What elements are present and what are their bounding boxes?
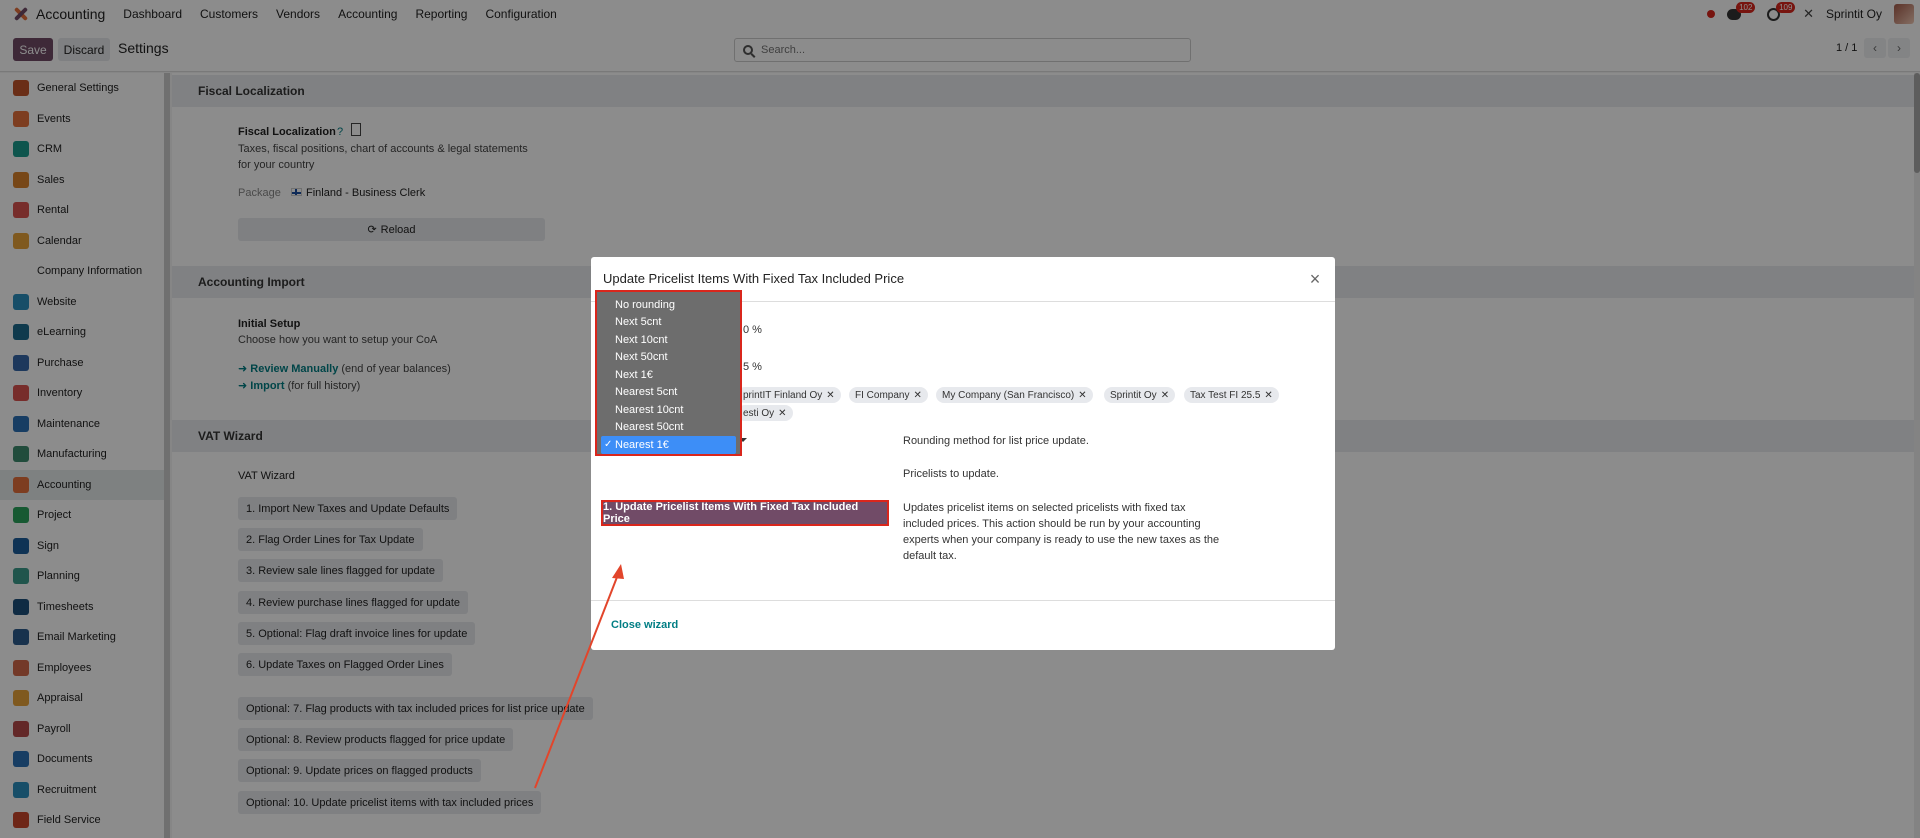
tag-label: FI Company [855,389,910,401]
pricelists-help-text: Pricelists to update. [903,468,999,480]
close-icon[interactable]: × [1305,269,1325,289]
dropdown-option[interactable]: Next 10cnt [597,331,740,349]
tag-label: Tax Test FI 25.5 [1190,389,1261,401]
tag-label: printIT Finland Oy [743,389,823,401]
dropdown-option[interactable]: Nearest 50cnt [597,419,740,437]
action-help-text: Updates pricelist items on selected pric… [903,502,1220,562]
remove-tag-icon[interactable]: ✕ [1264,390,1272,401]
company-tag: My Company (San Francisco) ✕ [936,387,1093,403]
company-tag: Tax Test FI 25.5 ✕ [1184,387,1279,403]
update-pricelist-items-button[interactable]: 1. Update Pricelist Items With Fixed Tax… [601,500,889,526]
rounding-help-text: Rounding method for list price update. [903,435,1089,447]
dropdown-option[interactable]: Next 5cnt [597,314,740,332]
partial-field-value-1[interactable]: 0 % [743,322,762,338]
remove-tag-icon[interactable]: ✕ [1161,390,1169,401]
close-wizard-link[interactable]: Close wizard [611,619,678,631]
remove-tag-icon[interactable]: ✕ [1078,390,1086,401]
rounding-method-dropdown[interactable]: No rounding Next 5cnt Next 10cnt Next 50… [595,290,742,456]
dropdown-option[interactable]: No rounding [597,296,740,314]
dropdown-option[interactable]: Nearest 5cnt [597,384,740,402]
tag-label: My Company (San Francisco) [942,389,1075,401]
remove-tag-icon[interactable]: ✕ [913,390,921,401]
company-tag: FI Company ✕ [849,387,928,403]
checkmark-icon: ✓ [604,439,613,451]
partial-field-value-2[interactable]: 5 % [743,359,762,375]
remove-tag-icon[interactable]: ✕ [778,408,786,419]
tag-label: esti Oy [743,407,775,419]
company-tag: printIT Finland Oy ✕ [737,387,841,403]
dropdown-option[interactable]: Next 1€ [597,366,740,384]
dropdown-option[interactable]: Next 50cnt [597,349,740,367]
dialog-title: Update Pricelist Items With Fixed Tax In… [603,271,905,286]
footer-divider [591,600,1335,601]
dropdown-option-selected[interactable]: ✓ Nearest 1€ [601,436,736,454]
dropdown-option[interactable]: Nearest 10cnt [597,401,740,419]
company-tag: Sprintit Oy ✕ [1104,387,1176,403]
company-tag: esti Oy ✕ [737,405,793,421]
dropdown-option-label: Nearest 1€ [615,438,669,451]
tag-label: Sprintit Oy [1110,389,1157,401]
remove-tag-icon[interactable]: ✕ [826,390,834,401]
